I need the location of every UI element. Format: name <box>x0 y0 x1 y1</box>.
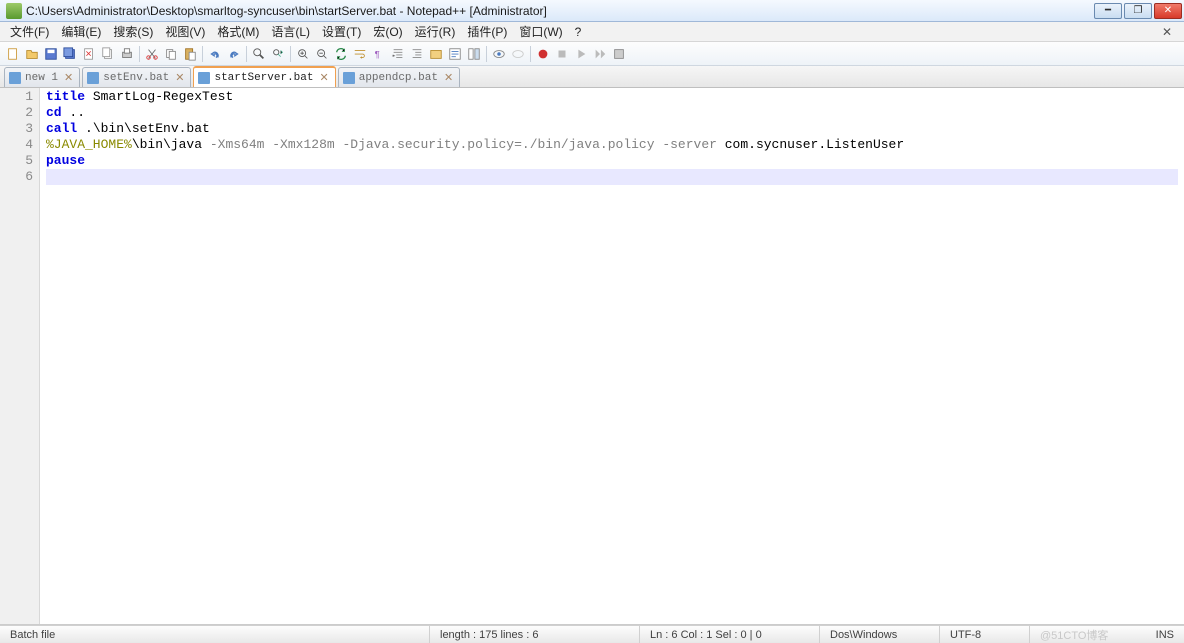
tab-new1[interactable]: new 1 ✕ <box>4 67 80 87</box>
code-line-current <box>46 169 1178 185</box>
minimize-button[interactable]: ━ <box>1094 3 1122 19</box>
code-line: %JAVA_HOME%\bin\java -Xms64m -Xmx128m -D… <box>46 137 1178 153</box>
zoom-out-icon[interactable] <box>313 45 331 63</box>
tab-setenv[interactable]: setEnv.bat ✕ <box>82 67 191 87</box>
line-number: 3 <box>0 121 33 137</box>
doc-map-icon[interactable] <box>465 45 483 63</box>
tab-startserver[interactable]: startServer.bat ✕ <box>193 66 335 87</box>
invisible-icon[interactable]: ¶ <box>370 45 388 63</box>
statusbar: Batch file length : 175 lines : 6 Ln : 6… <box>0 625 1184 643</box>
line-number: 4 <box>0 137 33 153</box>
play-icon[interactable] <box>572 45 590 63</box>
stop-icon[interactable] <box>553 45 571 63</box>
tab-close-icon[interactable]: ✕ <box>320 71 329 84</box>
play-multi-icon[interactable] <box>591 45 609 63</box>
menu-run[interactable]: 运行(R) <box>409 21 462 42</box>
watermark: @51CTO博客 <box>1030 626 1146 643</box>
line-number: 5 <box>0 153 33 169</box>
close-button[interactable]: ✕ <box>1154 3 1182 19</box>
window-title: C:\Users\Administrator\Desktop\smarltog-… <box>26 4 1094 18</box>
toolbar: ¶ <box>0 42 1184 66</box>
wrap-icon[interactable] <box>351 45 369 63</box>
code-line: call .\bin\setEnv.bat <box>46 121 1178 137</box>
file-icon <box>87 72 99 84</box>
line-number: 6 <box>0 169 33 185</box>
code-line: cd .. <box>46 105 1178 121</box>
indent-icon[interactable] <box>389 45 407 63</box>
tab-label: appendcp.bat <box>359 72 438 84</box>
status-position: Ln : 6 Col : 1 Sel : 0 | 0 <box>640 626 820 643</box>
status-ins: INS <box>1146 626 1184 643</box>
line-number-gutter: 1 2 3 4 5 6 <box>0 88 40 624</box>
macro-save-icon[interactable] <box>610 45 628 63</box>
func-icon[interactable] <box>446 45 464 63</box>
open-icon[interactable] <box>23 45 41 63</box>
maximize-button[interactable]: ❐ <box>1124 3 1152 19</box>
rec-icon[interactable] <box>534 45 552 63</box>
tab-label: new 1 <box>25 72 58 84</box>
menu-settings[interactable]: 设置(T) <box>316 21 367 42</box>
print-icon[interactable] <box>118 45 136 63</box>
app-icon <box>6 3 22 19</box>
paste-icon[interactable] <box>181 45 199 63</box>
menu-close-icon[interactable]: ✕ <box>1156 23 1178 41</box>
status-encoding: UTF-8 <box>940 626 1030 643</box>
code-line: title SmartLog-RegexTest <box>46 89 1178 105</box>
tab-label: setEnv.bat <box>103 72 169 84</box>
menu-help[interactable]: ? <box>569 23 588 41</box>
file-icon <box>343 72 355 84</box>
line-number: 1 <box>0 89 33 105</box>
status-filetype: Batch file <box>0 626 430 643</box>
file-icon <box>9 72 21 84</box>
status-length: length : 175 lines : 6 <box>430 626 640 643</box>
menu-file[interactable]: 文件(F) <box>4 21 55 42</box>
tab-appendcp[interactable]: appendcp.bat ✕ <box>338 67 460 87</box>
copy-icon[interactable] <box>162 45 180 63</box>
save-all-icon[interactable] <box>61 45 79 63</box>
menu-plugins[interactable]: 插件(P) <box>461 21 513 42</box>
folder-icon[interactable] <box>427 45 445 63</box>
zoom-in-icon[interactable] <box>294 45 312 63</box>
menu-format[interactable]: 格式(M) <box>211 21 265 42</box>
eye-icon[interactable] <box>490 45 508 63</box>
tabbar: new 1 ✕ setEnv.bat ✕ startServer.bat ✕ appe… <box>0 66 1184 88</box>
eye2-icon[interactable] <box>509 45 527 63</box>
menu-view[interactable]: 视图(V) <box>159 21 211 42</box>
tab-label: startServer.bat <box>214 72 313 84</box>
status-eol: Dos\Windows <box>820 626 940 643</box>
menu-edit[interactable]: 编辑(E) <box>55 21 107 42</box>
tab-close-icon[interactable]: ✕ <box>64 71 73 84</box>
find-icon[interactable] <box>250 45 268 63</box>
file-icon <box>198 72 210 84</box>
new-icon[interactable] <box>4 45 22 63</box>
titlebar: C:\Users\Administrator\Desktop\smarltog-… <box>0 0 1184 22</box>
tab-close-icon[interactable]: ✕ <box>444 71 453 84</box>
code-editor[interactable]: title SmartLog-RegexTest cd .. call .\bi… <box>40 88 1184 624</box>
cut-icon[interactable] <box>143 45 161 63</box>
window-buttons: ━ ❐ ✕ <box>1094 3 1182 19</box>
tab-close-icon[interactable]: ✕ <box>175 71 184 84</box>
menu-language[interactable]: 语言(L) <box>265 21 316 42</box>
outdent-icon[interactable] <box>408 45 426 63</box>
sync-icon[interactable] <box>332 45 350 63</box>
menubar: 文件(F) 编辑(E) 搜索(S) 视图(V) 格式(M) 语言(L) 设置(T… <box>0 22 1184 42</box>
menu-window[interactable]: 窗口(W) <box>513 21 568 42</box>
replace-icon[interactable] <box>269 45 287 63</box>
menu-macro[interactable]: 宏(O) <box>367 21 408 42</box>
svg-text:¶: ¶ <box>375 49 380 60</box>
close-file-icon[interactable] <box>80 45 98 63</box>
redo-icon[interactable] <box>225 45 243 63</box>
close-all-icon[interactable] <box>99 45 117 63</box>
undo-icon[interactable] <box>206 45 224 63</box>
save-icon[interactable] <box>42 45 60 63</box>
line-number: 2 <box>0 105 33 121</box>
editor-area: 1 2 3 4 5 6 title SmartLog-RegexTest cd … <box>0 88 1184 625</box>
code-line: pause <box>46 153 1178 169</box>
menu-search[interactable]: 搜索(S) <box>107 21 159 42</box>
